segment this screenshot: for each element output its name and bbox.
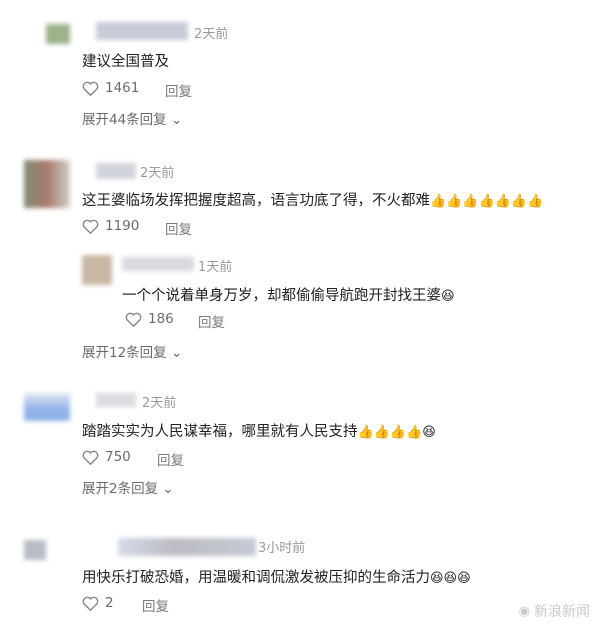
- expand-replies-link[interactable]: 展开12条回复 ⌄: [82, 341, 182, 361]
- avatar[interactable]: [24, 540, 46, 560]
- like-count: 2: [105, 595, 114, 611]
- comment-time: 2天前: [142, 396, 177, 411]
- weibo-logo-icon: ◉: [518, 603, 530, 619]
- avatar[interactable]: [24, 160, 70, 208]
- like-button[interactable]: 1461: [82, 80, 139, 96]
- heart-outline-icon: [82, 450, 99, 465]
- reply-button[interactable]: 回复: [198, 311, 225, 331]
- like-button[interactable]: 1190: [82, 218, 139, 234]
- username[interactable]: [118, 538, 256, 556]
- reply-button[interactable]: 回复: [142, 595, 169, 615]
- watermark: ◉ 新浪新闻: [518, 603, 590, 621]
- avatar[interactable]: [24, 393, 70, 421]
- comment-time: 3小时前: [258, 541, 306, 556]
- like-count: 750: [105, 449, 131, 465]
- like-button[interactable]: 186: [125, 311, 174, 327]
- username[interactable]: [96, 163, 136, 179]
- username[interactable]: [96, 22, 188, 40]
- comment-text: 这王婆临场发挥把握度超高，语言功底了得，不火都难👍👍👍👍👍👍👍: [82, 193, 544, 209]
- reply-button[interactable]: 回复: [165, 80, 192, 100]
- comment-text: 用快乐打破恐婚，用温暖和调侃激发被压抑的生命活力😆😆😆: [82, 570, 471, 586]
- like-button[interactable]: 2: [82, 595, 114, 611]
- heart-outline-icon: [82, 219, 99, 234]
- comment-text: 建议全国普及: [82, 54, 169, 70]
- reply-text: 一个个说着单身万岁，却都偷偷导航跑开封找王婆😆: [122, 288, 455, 304]
- chevron-down-icon: ⌄: [170, 112, 183, 128]
- reply-time: 1天前: [198, 260, 233, 275]
- chevron-down-icon: ⌄: [162, 481, 174, 497]
- avatar[interactable]: [82, 255, 112, 285]
- avatar[interactable]: [46, 24, 70, 44]
- comment-text: 踏踏实实为人民谋幸福，哪里就有人民支持👍👍👍👍😆: [82, 424, 436, 440]
- username[interactable]: [96, 393, 136, 407]
- heart-outline-icon: [82, 596, 99, 611]
- like-count: 186: [148, 311, 174, 327]
- comment-time: 2天前: [194, 27, 229, 42]
- chevron-down-icon: ⌄: [170, 345, 183, 361]
- like-count: 1461: [105, 80, 140, 96]
- username[interactable]: [122, 257, 194, 271]
- heart-outline-icon: [82, 81, 99, 96]
- like-count: 1190: [105, 218, 140, 234]
- expand-replies-link[interactable]: 展开44条回复 ⌄: [82, 108, 182, 128]
- reply-button[interactable]: 回复: [157, 449, 184, 469]
- comment-time: 2天前: [140, 166, 175, 181]
- expand-replies-link[interactable]: 展开2条回复 ⌄: [82, 477, 174, 497]
- reply-button[interactable]: 回复: [165, 218, 192, 238]
- like-button[interactable]: 750: [82, 449, 131, 465]
- heart-outline-icon: [125, 312, 142, 327]
